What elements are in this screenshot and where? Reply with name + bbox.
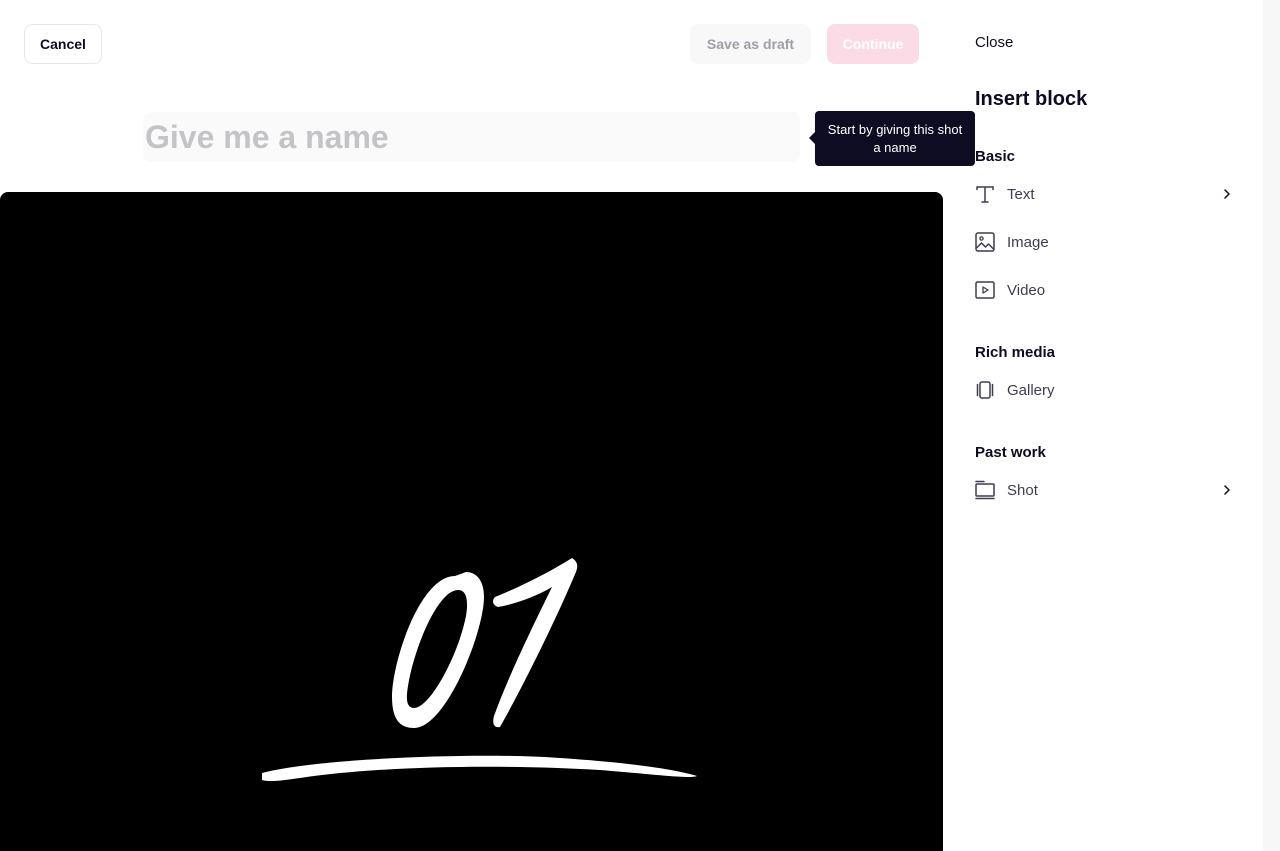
handwritten-01-artwork [262, 558, 697, 782]
shot-icon [975, 480, 995, 500]
insert-gallery-label: Gallery [1007, 381, 1055, 399]
shot-editor-page: Cancel Save as draft Continue Start by g… [0, 0, 1280, 851]
insert-shot-item[interactable]: Shot [975, 475, 1233, 505]
insert-image-label: Image [1007, 233, 1049, 251]
cancel-button[interactable]: Cancel [24, 24, 102, 64]
insert-block-panel [943, 0, 1263, 851]
insert-image-item[interactable]: Image [975, 227, 1233, 257]
shot-name-input[interactable] [143, 112, 800, 162]
scrollbar-track[interactable] [1263, 0, 1280, 851]
image-icon [975, 232, 995, 252]
insert-shot-label: Shot [1007, 481, 1038, 499]
tooltip-text: Start by giving this shot a name [827, 121, 963, 155]
panel-title: Insert block [975, 88, 1088, 110]
insert-video-item[interactable]: Video [975, 275, 1233, 305]
section-label-basic: Basic [975, 148, 1016, 165]
insert-video-label: Video [1007, 281, 1046, 299]
insert-text-label: Text [1007, 185, 1035, 203]
video-icon [975, 280, 995, 300]
section-label-past-work: Past work [975, 444, 1046, 461]
section-label-rich-media: Rich media [975, 344, 1056, 361]
save-as-draft-button[interactable]: Save as draft [690, 24, 811, 64]
insert-text-item[interactable]: Text [975, 179, 1233, 209]
close-panel-link[interactable]: Close [975, 34, 1013, 51]
chevron-right-icon [1221, 188, 1233, 200]
continue-button[interactable]: Continue [827, 24, 919, 64]
text-icon [975, 184, 995, 204]
gallery-icon [975, 380, 995, 400]
chevron-right-icon [1221, 484, 1233, 496]
name-hint-tooltip: Start by giving this shot a name [809, 111, 975, 166]
media-preview[interactable] [0, 192, 943, 851]
insert-gallery-item[interactable]: Gallery [975, 375, 1233, 405]
